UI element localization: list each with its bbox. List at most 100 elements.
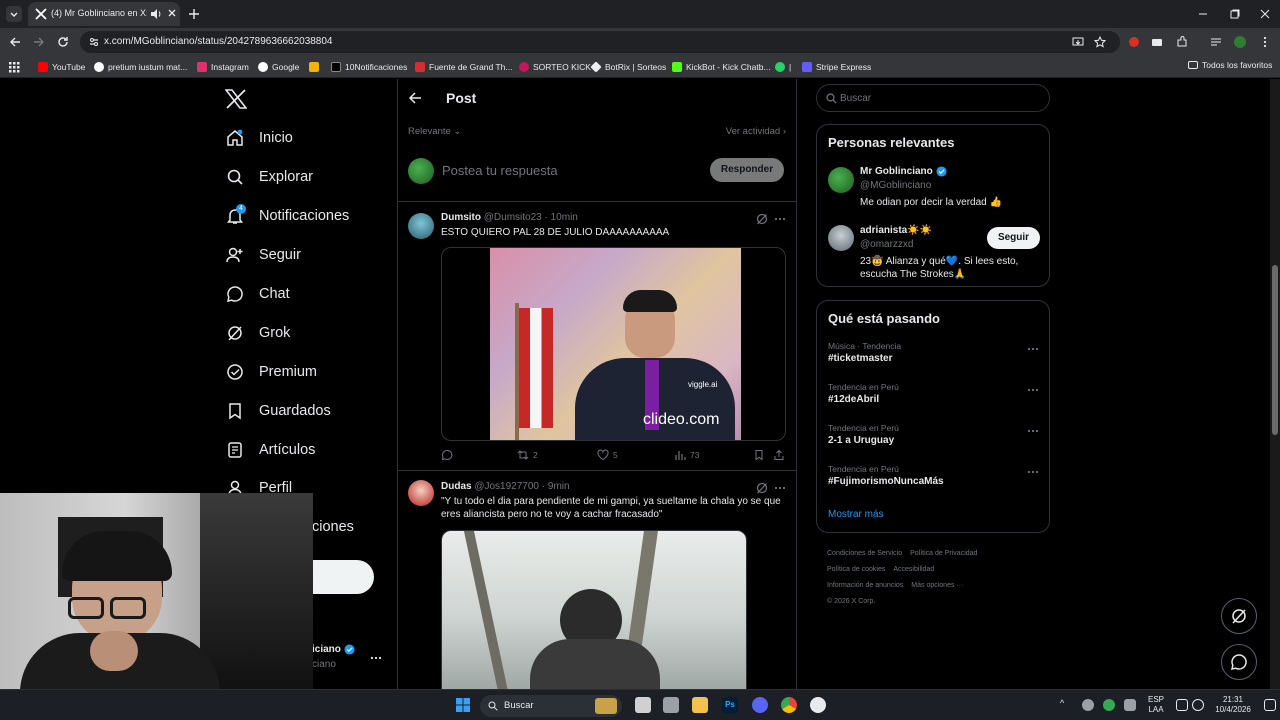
avatar[interactable] [408, 213, 434, 239]
clock[interactable]: 21:31 10/4/2026 [1210, 695, 1256, 715]
app-icon[interactable] [663, 697, 679, 713]
footer-link[interactable]: Política de Privacidad [910, 550, 977, 557]
nav-chat[interactable]: Chat [226, 282, 290, 306]
view-activity-link[interactable]: Ver actividad › [726, 126, 786, 137]
tab-search-button[interactable] [6, 6, 22, 22]
chrome-menu-icon[interactable] [1258, 35, 1272, 49]
account-switcher[interactable]: iciano [312, 644, 355, 655]
footer-link[interactable]: Información de anuncios [827, 582, 903, 589]
site-info-icon[interactable] [88, 36, 100, 48]
like-action[interactable]: 5 [597, 449, 618, 461]
tray-expand-icon[interactable]: ^ [1060, 698, 1064, 708]
retweet-action[interactable]: 2 [517, 449, 538, 461]
input-language[interactable]: ESP LAA [1146, 695, 1166, 715]
more-options-icon[interactable] [1027, 384, 1039, 396]
follow-button[interactable]: Seguir [987, 227, 1040, 249]
bookmark-whatsapp[interactable]: | [775, 60, 791, 74]
more-options-icon[interactable] [774, 213, 786, 225]
footer-link[interactable]: Accesibilidad [893, 566, 934, 573]
avatar[interactable] [408, 480, 434, 506]
taskbar-search[interactable]: Buscar [480, 695, 622, 717]
x-logo-icon[interactable] [225, 89, 247, 109]
extension-card-icon[interactable] [1150, 35, 1164, 49]
share-action[interactable] [773, 449, 785, 461]
avatar[interactable] [828, 225, 854, 251]
more-options-icon[interactable] [1027, 343, 1039, 355]
restore-icon[interactable] [1228, 7, 1242, 21]
audio-playing-icon[interactable] [150, 8, 162, 20]
close-window-icon[interactable] [1258, 7, 1272, 21]
footer-link[interactable]: Política de cookies [827, 566, 885, 573]
nav-follow[interactable]: Seguir [226, 243, 301, 267]
nav-notifications[interactable]: 4 Notificaciones [226, 204, 349, 228]
nav-grok[interactable]: Grok [226, 321, 290, 345]
grok-icon[interactable] [756, 213, 768, 225]
bookmark-google[interactable]: Google [258, 60, 299, 74]
more-options-icon[interactable] [1027, 425, 1039, 437]
messages-float-button[interactable] [1221, 644, 1257, 680]
windows-start-icon[interactable] [455, 697, 471, 713]
bookmark-star-icon[interactable] [1094, 36, 1106, 48]
tray-app-icon[interactable] [1082, 699, 1094, 711]
footer-link[interactable]: Más opciones ··· [911, 582, 963, 589]
bookmark-action[interactable] [753, 449, 765, 461]
nav-home[interactable]: Inicio [226, 126, 293, 150]
forward-icon[interactable] [32, 35, 46, 49]
more-options-icon[interactable] [1027, 466, 1039, 478]
minimize-icon[interactable] [1196, 7, 1210, 21]
reply-button[interactable]: Responder [710, 158, 784, 182]
footer-link[interactable]: Condiciones de Servicio [827, 550, 902, 557]
volume-icon[interactable] [1192, 699, 1204, 711]
network-icon[interactable] [1176, 699, 1188, 711]
all-bookmarks[interactable]: Todos los favoritos [1188, 60, 1272, 70]
file-explorer-icon[interactable] [692, 697, 708, 713]
bookmark-youtube[interactable]: YouTube [38, 60, 85, 74]
extensions-puzzle-icon[interactable] [1175, 35, 1189, 49]
bookmark-extension[interactable] [309, 60, 319, 74]
bookmark-kickbot[interactable]: KickBot - Kick Chatb... [672, 60, 771, 74]
trend-item[interactable]: #ticketmaster [828, 353, 892, 364]
scrollbar-thumb[interactable] [1272, 265, 1278, 435]
photoshop-icon[interactable]: Ps [722, 697, 738, 713]
nav-premium[interactable]: Premium [226, 360, 317, 384]
microphone-icon[interactable] [1124, 699, 1136, 711]
video-player[interactable] [441, 530, 747, 689]
extension-red-icon[interactable] [1127, 35, 1141, 49]
obs-icon[interactable] [810, 697, 826, 713]
search-box[interactable]: Buscar [816, 84, 1050, 112]
tab-close-icon[interactable] [166, 7, 178, 19]
install-app-icon[interactable] [1072, 36, 1084, 48]
new-tab-icon[interactable] [186, 6, 202, 22]
back-arrow-icon[interactable] [408, 91, 422, 105]
nav-more-options[interactable]: ciones [312, 515, 354, 539]
trend-item[interactable]: #12deAbril [828, 394, 879, 405]
relevance-dropdown[interactable]: Relevante ⌄ [408, 126, 461, 137]
page-scrollbar[interactable] [1270, 79, 1280, 689]
avatar[interactable] [828, 167, 854, 193]
profile-avatar-icon[interactable] [1233, 35, 1247, 49]
bookmark-sorteo-kick[interactable]: SORTEO KICK [519, 60, 591, 74]
grok-float-button[interactable] [1221, 598, 1257, 634]
back-icon[interactable] [8, 35, 22, 49]
bookmark-pretium[interactable]: pretium iustum mat... [94, 60, 187, 74]
bookmark-grand-theft[interactable]: Fuente de Grand Th... [415, 60, 512, 74]
notification-center-icon[interactable] [1264, 699, 1276, 711]
browser-tab-active[interactable]: (4) Mr Goblinciano en X: "( [28, 2, 180, 26]
user-name[interactable]: Mr Goblinciano [860, 166, 947, 177]
grok-icon[interactable] [756, 482, 768, 494]
trend-item[interactable]: #FujimorismoNuncaMás [828, 476, 944, 487]
views-action[interactable]: 73 [674, 449, 699, 461]
account-more-icon[interactable] [370, 652, 382, 664]
discord-icon[interactable] [752, 697, 768, 713]
more-options-icon[interactable] [774, 482, 786, 494]
reply-input[interactable]: Postea tu respuesta [442, 163, 558, 178]
user-name[interactable]: adrianista☀️☀️ [860, 225, 932, 236]
chrome-icon[interactable] [781, 697, 797, 713]
bookmark-10notificaciones[interactable]: 10Notificaciones [331, 60, 407, 74]
nav-articles[interactable]: Artículos [226, 438, 315, 462]
address-bar[interactable]: x.com/MGoblinciano/status/20427896366620… [80, 31, 1120, 53]
bookmark-botrix[interactable]: BotRix | Sorteos [590, 60, 666, 74]
tweet[interactable]: Dudas @Jos1927700 · 9min "Y tu todo el d… [398, 472, 796, 689]
tweet[interactable]: Dumsito @Dumsito23 · 10min ESTO QUIERO P… [398, 203, 796, 471]
tray-app-icon[interactable] [1103, 699, 1115, 711]
